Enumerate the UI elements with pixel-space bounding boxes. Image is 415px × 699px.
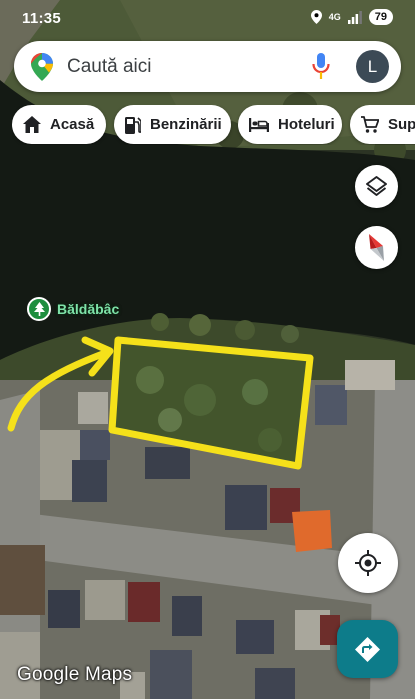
directions-button[interactable] [337,620,398,678]
compass-button[interactable] [355,226,398,269]
chip-hotels[interactable]: Hoteluri [238,105,342,144]
search-bar[interactable]: Caută aici L [14,41,401,92]
home-icon [23,116,41,133]
compass-icon [369,234,384,261]
directions-icon [355,637,380,662]
battery-indicator: 79 [368,9,393,25]
chip-gas-stations-label: Benzinării [150,116,222,133]
status-icons: 4G 79 [310,9,393,25]
microphone-icon[interactable] [312,53,330,79]
chip-supermarkets[interactable]: Supe [350,105,415,144]
gas-station-icon [125,116,141,134]
chip-home-label: Acasă [50,116,95,133]
my-location-icon [355,550,381,576]
signal-icon [347,10,362,24]
google-maps-attribution: Google Maps [17,664,133,685]
category-chips: Acasă Benzinării Hoteluri Supe [12,105,415,145]
status-time: 11:35 [22,10,62,27]
search-input[interactable]: Caută aici [67,56,152,78]
place-label[interactable]: Băldăbâc [27,297,119,321]
layers-icon [366,176,387,196]
chip-home[interactable]: Acasă [12,105,106,144]
google-maps-logo-icon [31,53,53,81]
shopping-cart-icon [361,116,379,133]
my-location-button[interactable] [338,533,398,593]
chip-hotels-label: Hoteluri [278,116,335,133]
layers-button[interactable] [355,165,398,208]
location-icon [310,10,322,24]
network-type: 4G [328,11,341,22]
place-name: Băldăbâc [57,301,120,317]
bed-icon [249,117,269,132]
account-avatar[interactable]: L [356,50,389,83]
chip-supermarkets-label: Supe [388,116,415,133]
chip-gas-stations[interactable]: Benzinării [114,105,231,144]
status-bar: 11:35 4G 79 [0,0,415,34]
park-pin-icon [27,297,51,321]
